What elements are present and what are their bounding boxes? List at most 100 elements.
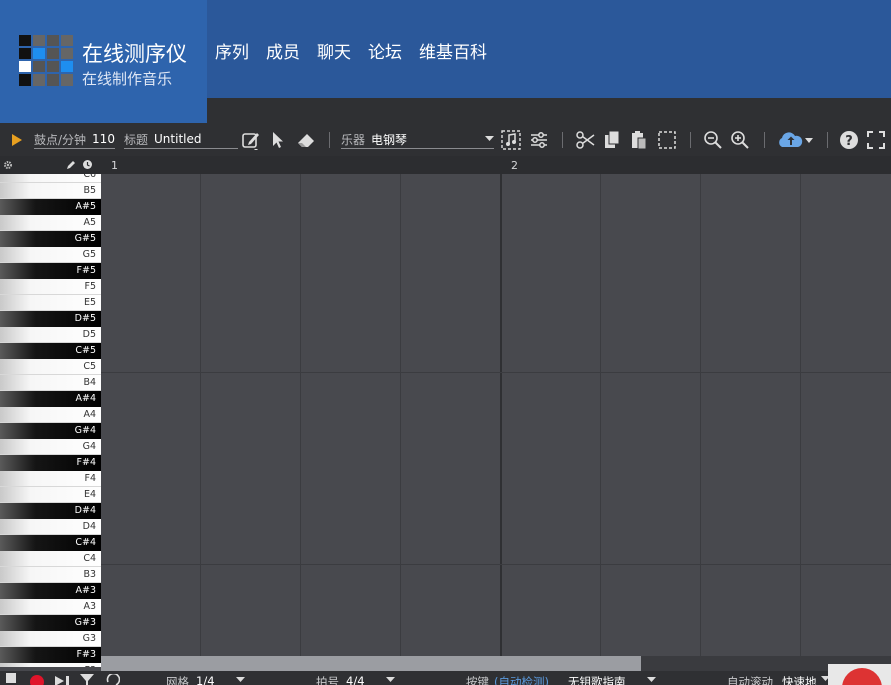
title-value: Untitled [154,132,202,146]
scissors-icon[interactable] [574,129,596,151]
logo-icon [19,35,73,87]
zoom-in-icon[interactable] [729,129,751,151]
clock-icon[interactable] [82,159,93,170]
beat-line [400,174,401,658]
piano-key-b3[interactable]: B3 [0,567,101,583]
piano-key-d5[interactable]: D5 [0,327,101,343]
piano-key-d4[interactable]: D4 [0,519,101,535]
autoscroll-label: 自动滚动 [727,675,773,685]
meter-value[interactable]: 4/4 [346,674,365,685]
nav-item-chat[interactable]: 聊天 [317,38,351,63]
piano-key-as3[interactable]: A#3 [0,583,101,599]
piano-key-cs4[interactable]: C#4 [0,535,101,551]
octave-line [101,564,891,565]
piano-key-a4[interactable]: A4 [0,407,101,423]
toolbar-separator [690,132,691,148]
bpm-value: 110 [92,132,115,146]
piano-key-fs5[interactable]: F#5 [0,263,101,279]
instrument-select[interactable]: 乐器 电钢琴 [341,130,494,149]
select-all-icon[interactable] [656,129,678,151]
piano-key-f5[interactable]: F5 [0,279,101,295]
nav-item-forum[interactable]: 论坛 [368,38,402,63]
autoscroll-value[interactable]: 快速地 [782,674,817,685]
svg-text:?: ? [845,134,853,149]
piano-key-c5[interactable]: C5 [0,359,101,375]
piano-key-gs4[interactable]: G#4 [0,423,101,439]
meter-label: 拍号 [316,675,339,685]
eraser-icon[interactable] [295,129,317,151]
zoom-out-icon[interactable] [702,129,724,151]
piano-key-a3[interactable]: A3 [0,599,101,615]
key-value[interactable]: 无钥歌指南 [568,674,626,685]
bpm-field[interactable]: 鼓点/分钟 110 [34,130,115,149]
pencil-small-icon[interactable] [66,160,76,170]
beat-line [800,174,801,658]
pencil-icon[interactable] [240,129,262,151]
skip-end-icon[interactable] [54,675,72,685]
toolbar-separator [562,132,563,148]
piano-key-e4[interactable]: E4 [0,487,101,503]
piano-key-g4[interactable]: G4 [0,439,101,455]
grid-dropdown-icon[interactable] [236,677,245,683]
piano-key-cs5[interactable]: C#5 [0,343,101,359]
pointer-icon[interactable] [267,129,289,151]
grid-label: 网格 [166,675,189,685]
piano-key-c6[interactable]: C6 [0,174,101,183]
meter-dropdown-icon[interactable] [386,677,395,683]
piano-key-b5[interactable]: B5 [0,183,101,199]
title-field[interactable]: 标题 Untitled [124,130,238,149]
fullscreen-icon[interactable] [865,129,887,151]
sliders-icon[interactable] [528,129,550,151]
piano-key-ds4[interactable]: D#4 [0,503,101,519]
toolbar-separator [827,132,828,148]
play-icon[interactable] [6,129,28,151]
keyboard-icon[interactable] [6,673,16,683]
piano-key-b4[interactable]: B4 [0,375,101,391]
grid-value[interactable]: 1/4 [196,674,215,685]
piano-key-gs3[interactable]: G#3 [0,615,101,631]
ad-badge[interactable] [828,664,891,685]
copy-icon[interactable] [601,129,623,151]
key-auto-detect[interactable]: (自动检测) [494,674,549,685]
nav-item-members[interactable]: 成员 [266,38,300,63]
horizontal-scrollbar[interactable] [101,656,641,671]
paste-icon[interactable] [628,129,650,151]
piano-key-c4[interactable]: C4 [0,551,101,567]
piano-key-as5[interactable]: A#5 [0,199,101,215]
instrument-label: 乐器 [341,132,366,147]
piano-key-gs5[interactable]: G#5 [0,231,101,247]
piano-keyboard: C6 B5 A#5 A5 G#5 G5 F#5 F5 E5 D#5 D5 C#5 C5 B4 A#4 A4 G#… [0,174,101,667]
piano-key-g3[interactable]: G3 [0,631,101,647]
cloud-upload-icon[interactable] [775,129,815,151]
gear-icon[interactable] [3,160,13,170]
piano-key-ds5[interactable]: D#5 [0,311,101,327]
piano-key-f4[interactable]: F4 [0,471,101,487]
instrument-sample-icon[interactable] [500,129,522,151]
editor-toolbar: 鼓点/分钟 110 标题 Untitled 乐器 电钢琴 ? [0,123,891,156]
piano-key-as4[interactable]: A#4 [0,391,101,407]
nav-item-wiki[interactable]: 维基百科 [419,38,487,63]
filter-icon[interactable] [80,674,94,685]
bpm-label: 鼓点/分钟 [34,132,87,147]
title-label: 标题 [124,132,149,147]
app-subtitle: 在线制作音乐 [82,70,173,88]
beat-line [200,174,201,658]
piano-key-f3[interactable]: F3 [0,663,101,667]
main-nav: 序列 成员 聊天 论坛 维基百科 [215,38,487,63]
piano-key-e5[interactable]: E5 [0,295,101,311]
undo-icon[interactable] [106,674,120,685]
note-grid[interactable] [101,174,891,658]
record-icon[interactable] [30,675,44,685]
beat-line [500,174,502,658]
timeline-ruler[interactable]: 1 2 [0,156,891,174]
piano-key-fs4[interactable]: F#4 [0,455,101,471]
piano-key-g5[interactable]: G5 [0,247,101,263]
nav-item-sequences[interactable]: 序列 [215,38,249,63]
ruler-marker-1: 1 [111,159,118,172]
help-icon[interactable]: ? [838,129,860,151]
key-dropdown-icon[interactable] [647,677,656,683]
site-logo[interactable]: 在线测序仪 在线制作音乐 [0,0,207,123]
piano-key-fs3[interactable]: F#3 [0,647,101,663]
toolbar-separator [764,132,765,148]
piano-key-a5[interactable]: A5 [0,215,101,231]
